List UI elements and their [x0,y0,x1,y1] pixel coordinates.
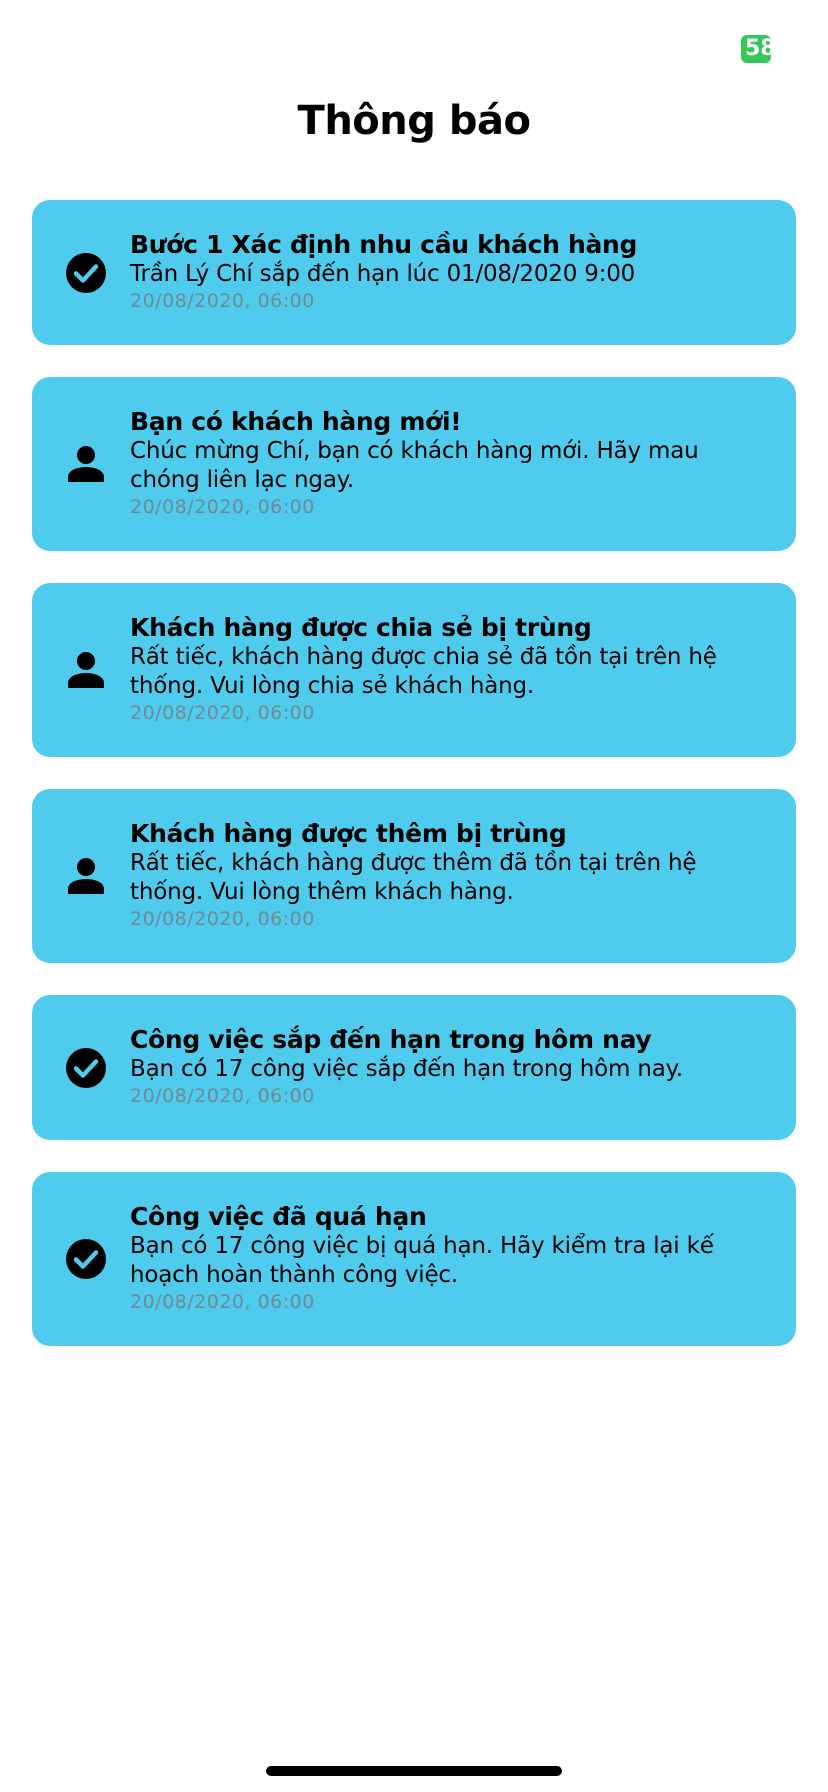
check-circle-icon [64,1046,108,1090]
person-icon [64,648,108,692]
notification-content: Bạn có khách hàng mới! Chúc mừng Chí, bạ… [130,407,756,519]
notification-content: Bước 1 Xác định nhu cầu khách hàng Trần … [130,230,756,313]
notification-card[interactable]: Khách hàng được chia sẻ bị trùng Rất tiế… [32,583,796,757]
notification-title: Khách hàng được chia sẻ bị trùng [130,613,592,642]
home-indicator[interactable] [266,1766,562,1776]
person-icon [64,854,108,898]
battery-indicator: 58 [741,35,771,63]
notification-content: Khách hàng được chia sẻ bị trùng Rất tiế… [130,613,756,725]
notification-message: Chúc mừng Chí, bạn có khách hàng mới. Hã… [130,438,699,493]
notification-content: Khách hàng được thêm bị trùng Rất tiếc, … [130,819,756,931]
notification-title: Bạn có khách hàng mới! [130,407,462,436]
notification-title: Khách hàng được thêm bị trùng [130,819,567,848]
check-circle-icon [64,1237,108,1281]
notification-card[interactable]: Công việc đã quá hạn Bạn có 17 công việc… [32,1172,796,1346]
notification-message: Rất tiếc, khách hàng được chia sẻ đã tồn… [130,644,717,699]
notification-message: Bạn có 17 công việc sắp đến hạn trong hô… [130,1056,683,1082]
notification-card[interactable]: Bước 1 Xác định nhu cầu khách hàng Trần … [32,200,796,345]
notification-card[interactable]: Khách hàng được thêm bị trùng Rất tiếc, … [32,789,796,963]
page-title: Thông báo [297,98,531,144]
notification-title: Công việc sắp đến hạn trong hôm nay [130,1025,652,1054]
notification-message: Bạn có 17 công việc bị quá hạn. Hãy kiểm… [130,1233,714,1288]
notification-card[interactable]: Công việc sắp đến hạn trong hôm nay Bạn … [32,995,796,1140]
notification-card[interactable]: Bạn có khách hàng mới! Chúc mừng Chí, bạ… [32,377,796,551]
notification-time: 20/08/2020, 06:00 [130,908,315,930]
notification-time: 20/08/2020, 06:00 [130,290,315,312]
check-circle-icon [64,251,108,295]
notification-message: Rất tiếc, khách hàng được thêm đã tồn tạ… [130,850,697,905]
notification-message: Trần Lý Chí sắp đến hạn lúc 01/08/2020 9… [130,261,636,287]
notification-title: Công việc đã quá hạn [130,1202,427,1231]
notification-title: Bước 1 Xác định nhu cầu khách hàng [130,230,638,259]
person-icon [64,442,108,486]
notification-content: Công việc sắp đến hạn trong hôm nay Bạn … [130,1025,756,1108]
notification-time: 20/08/2020, 06:00 [130,496,315,518]
notification-time: 20/08/2020, 06:00 [130,1085,315,1107]
notification-content: Công việc đã quá hạn Bạn có 17 công việc… [130,1202,756,1314]
notification-time: 20/08/2020, 06:00 [130,1291,315,1313]
notification-time: 20/08/2020, 06:00 [130,702,315,724]
